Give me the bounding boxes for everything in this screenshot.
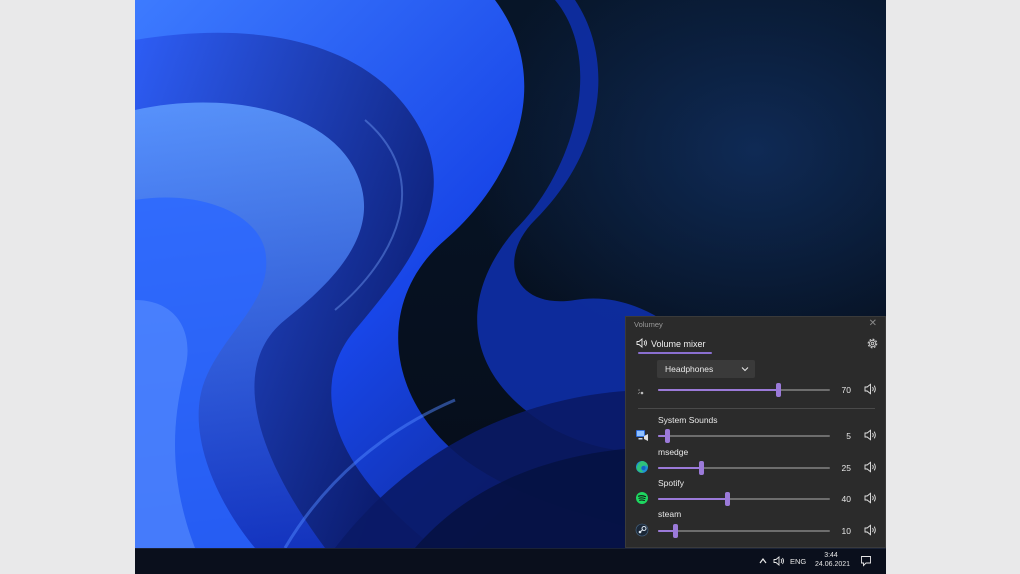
volume-mixer-window: Volumey ✕ Volume mixer Headphones 70 Sys… [625,316,886,548]
slider-thumb[interactable] [699,461,704,475]
slider-fill [658,498,727,500]
session-row: 10 [626,524,887,538]
clock-date: 24.06.2021 [815,561,851,568]
gear-icon[interactable] [866,337,879,350]
master-volume-row: 70 [626,383,887,397]
slider-thumb[interactable] [664,429,670,443]
divider [638,408,875,409]
slider-fill [658,467,701,469]
tab-active-indicator [638,352,712,354]
slider-thumb[interactable] [724,492,730,506]
session-volume-value: 25 [841,463,851,473]
window-title: Volumey [634,320,663,329]
session-volume-slider[interactable] [658,461,830,475]
session-name: Spotify [658,478,684,488]
slider-thumb[interactable] [673,524,679,538]
mute-speaker-icon[interactable] [864,461,877,473]
session-row: 5 [626,429,887,443]
master-volume-slider[interactable] [658,383,830,397]
mute-speaker-icon[interactable] [864,429,877,441]
mute-speaker-icon[interactable] [864,492,877,504]
session-volume-value: 40 [841,494,851,504]
mute-speaker-icon[interactable] [864,524,877,536]
slider-thumb[interactable] [776,383,782,397]
session-name: System Sounds [658,415,718,425]
speaker-icon [636,338,647,348]
session-row: 40 [626,492,887,506]
close-icon[interactable]: ✕ [869,318,877,329]
notification-icon[interactable] [860,555,872,567]
clock-time: 3:44 [824,552,838,559]
speaker-icon[interactable] [773,556,785,566]
tab-label: Volume mixer [651,339,706,349]
session-volume-value: 10 [841,526,851,536]
taskbar: ENG 3:44 24.06.2021 [135,548,886,574]
session-name: steam [658,509,682,519]
chevron-up-icon[interactable] [758,556,768,566]
mute-speaker-icon[interactable] [864,383,877,395]
device-dropdown[interactable]: Headphones [657,360,755,378]
session-volume-slider[interactable] [658,492,830,506]
session-volume-value: 5 [846,431,851,441]
slider-fill [658,389,779,391]
session-name: msedge [658,447,689,457]
session-volume-slider[interactable] [658,524,830,538]
chevron-down-icon [741,367,749,372]
session-volume-slider[interactable] [658,429,830,443]
master-volume-value: 70 [841,385,851,395]
session-row: 25 [626,461,887,475]
device-dropdown-value: Headphones [665,364,714,374]
clock[interactable]: 3:44 24.06.2021 [815,551,851,569]
language-indicator[interactable]: ENG [790,557,806,567]
